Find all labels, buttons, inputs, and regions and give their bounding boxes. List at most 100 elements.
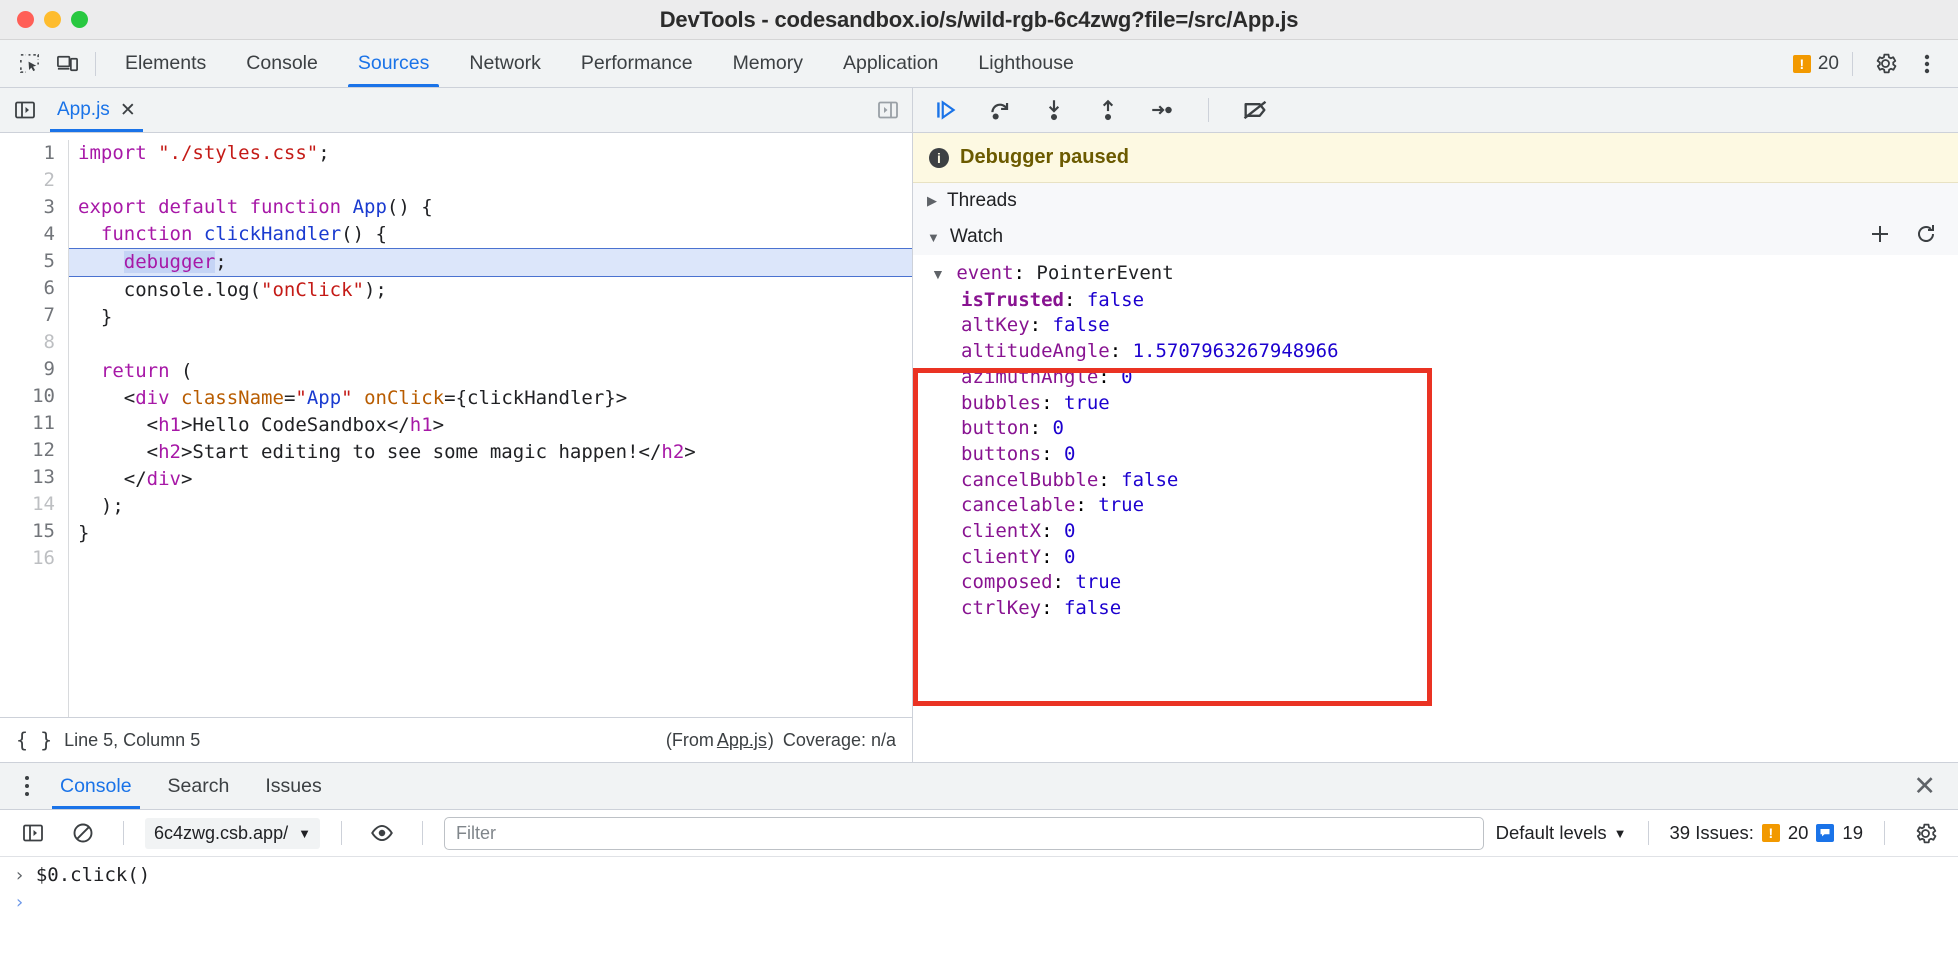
maximize-window-button[interactable] <box>71 11 88 28</box>
code-editor[interactable]: 1 2 3 4 5 6 7 8 9 10 11 12 13 14 15 16 i… <box>0 133 912 717</box>
close-drawer-icon[interactable]: ✕ <box>1913 772 1958 800</box>
window-titlebar: DevTools - codesandbox.io/s/wild-rgb-6c4… <box>0 0 1958 40</box>
editor-pane: App.js ✕ 1 2 3 4 5 6 7 8 9 10 11 12 13 1… <box>0 88 912 762</box>
threads-section-header[interactable]: ▶ Threads <box>913 183 1958 219</box>
drawer-menu-icon[interactable] <box>12 776 42 796</box>
show-console-sidebar-icon[interactable] <box>14 814 52 852</box>
console-log-levels-selector[interactable]: Default levels ▼ <box>1496 822 1627 844</box>
watch-property[interactable]: clientY: 0 <box>913 545 1958 571</box>
console-prompt-row[interactable]: › <box>0 889 1958 916</box>
kebab-menu-icon[interactable] <box>1908 45 1946 83</box>
minimize-window-button[interactable] <box>44 11 61 28</box>
chevron-down-icon: ▼ <box>927 229 940 245</box>
show-navigator-icon[interactable] <box>6 91 44 129</box>
step-over-next-function-call-icon[interactable] <box>983 93 1017 127</box>
watch-property[interactable]: buttons: 0 <box>913 442 1958 468</box>
tab-sources[interactable]: Sources <box>338 40 450 87</box>
close-window-button[interactable] <box>17 11 34 28</box>
drawer-tab-search[interactable]: Search <box>150 763 248 809</box>
watch-root-value: PointerEvent <box>1036 262 1174 284</box>
line-number: 1 <box>43 142 55 164</box>
watch-expression-tree[interactable]: ▼ event: PointerEvent isTrusted: false a… <box>913 255 1958 762</box>
tab-memory[interactable]: Memory <box>713 40 823 87</box>
tab-network[interactable]: Network <box>449 40 561 87</box>
step-icon[interactable] <box>1145 93 1179 127</box>
tab-elements[interactable]: Elements <box>105 40 226 87</box>
issues-summary[interactable]: 39 Issues: ! 20 19 <box>1670 822 1863 844</box>
live-expression-icon[interactable] <box>363 814 401 852</box>
step-into-next-function-call-icon[interactable] <box>1037 93 1071 127</box>
code-line-13: </div> <box>78 468 193 490</box>
editor-status-bar: { } Line 5, Column 5 (From App.js ) Cove… <box>0 717 912 762</box>
tab-sources-label: Sources <box>357 52 430 74</box>
watch-property[interactable]: cancelBubble: false <box>913 468 1958 494</box>
property-name: bubbles <box>961 391 1042 414</box>
step-out-of-current-function-icon[interactable] <box>1091 93 1125 127</box>
resume-script-execution-icon[interactable] <box>929 93 963 127</box>
watch-root-event[interactable]: ▼ event: PointerEvent <box>913 261 1958 288</box>
line-number: 11 <box>32 412 55 434</box>
drawer-tab-console[interactable]: Console <box>42 763 150 809</box>
status-right-group: (From App.js ) Coverage: n/a <box>666 730 896 751</box>
watch-property[interactable]: altKey: false <box>913 313 1958 339</box>
plus-icon[interactable] <box>1868 222 1892 252</box>
console-settings-icon[interactable] <box>1906 814 1944 852</box>
line-number: 12 <box>32 439 55 461</box>
close-icon[interactable]: ✕ <box>120 101 136 120</box>
watch-property[interactable]: azimuthAngle: 0 <box>913 365 1958 391</box>
from-suffix: ) <box>767 729 774 750</box>
code-line-4: function clickHandler() { <box>100 223 387 245</box>
toolbar-divider <box>95 51 96 76</box>
tab-lighthouse[interactable]: Lighthouse <box>958 40 1093 87</box>
drawer-tab-console-label: Console <box>60 774 132 797</box>
drawer-tab-issues[interactable]: Issues <box>247 763 339 809</box>
console-drawer: Console Search Issues ✕ 6c4zwg.csb.app/ … <box>0 763 1958 954</box>
chevron-right-icon: ▶ <box>927 193 937 208</box>
device-toolbar-icon[interactable] <box>48 45 86 83</box>
watch-section-header[interactable]: ▼ Watch <box>913 219 1958 255</box>
property-value: 1.5707963267948966 <box>1132 340 1339 363</box>
property-value: false <box>1052 314 1110 337</box>
deactivate-breakpoints-icon[interactable] <box>1238 93 1272 127</box>
code-line-10: <div className="App" onClick={clickHandl… <box>78 387 628 409</box>
source-file-link[interactable]: App.js <box>717 730 767 751</box>
tab-console[interactable]: Console <box>226 40 338 87</box>
watch-actions <box>1868 222 1958 252</box>
paused-banner-text: Debugger paused <box>960 146 1129 168</box>
line-number-paused: 5 <box>43 250 55 272</box>
execution-context-selector[interactable]: 6c4zwg.csb.app/ ▼ <box>145 817 320 849</box>
line-number: 8 <box>43 331 55 353</box>
pretty-print-icon[interactable]: { } <box>16 728 52 752</box>
watch-property[interactable]: isTrusted: false <box>913 288 1958 314</box>
debugger-sidebar: i Debugger paused ▶ Threads ▼ Watch ▼ ev… <box>912 88 1958 762</box>
inspect-element-icon[interactable] <box>10 45 48 83</box>
property-value: true <box>1075 571 1122 594</box>
show-debugger-icon[interactable] <box>874 91 912 129</box>
debugger-controls-toolbar <box>913 88 1958 133</box>
execution-context-value: 6c4zwg.csb.app/ <box>154 822 289 843</box>
console-filter-input[interactable] <box>443 816 1484 850</box>
tab-application[interactable]: Application <box>823 40 958 87</box>
clear-console-icon[interactable] <box>64 814 102 852</box>
watch-property[interactable]: ctrlKey: false <box>913 596 1958 622</box>
code-line-9: return ( <box>100 360 193 382</box>
code-line-11: <h1>Hello CodeSandbox</h1> <box>78 414 445 436</box>
watch-property[interactable]: composed: true <box>913 570 1958 596</box>
property-name: cancelable <box>961 494 1076 517</box>
line-number: 3 <box>43 196 55 218</box>
watch-property[interactable]: cancelable: true <box>913 493 1958 519</box>
refresh-icon[interactable] <box>1914 222 1938 252</box>
watch-property[interactable]: bubbles: true <box>913 391 1958 417</box>
tab-performance[interactable]: Performance <box>561 40 713 87</box>
watch-property[interactable]: button: 0 <box>913 416 1958 442</box>
gear-icon[interactable] <box>1866 45 1904 83</box>
watch-property[interactable]: altitudeAngle: 1.5707963267948966 <box>913 339 1958 365</box>
property-value: 0 <box>1063 545 1076 568</box>
devtools-main-toolbar: Elements Console Sources Network Perform… <box>0 40 1958 88</box>
prompt-chevron-icon: › <box>14 865 25 886</box>
coverage-status: Coverage: n/a <box>782 729 896 750</box>
console-messages[interactable]: › $0.click() › <box>0 857 1958 954</box>
file-tab-app-js[interactable]: App.js ✕ <box>44 88 149 132</box>
warning-badge[interactable]: ! 20 <box>1792 53 1839 75</box>
watch-property[interactable]: clientX: 0 <box>913 519 1958 545</box>
